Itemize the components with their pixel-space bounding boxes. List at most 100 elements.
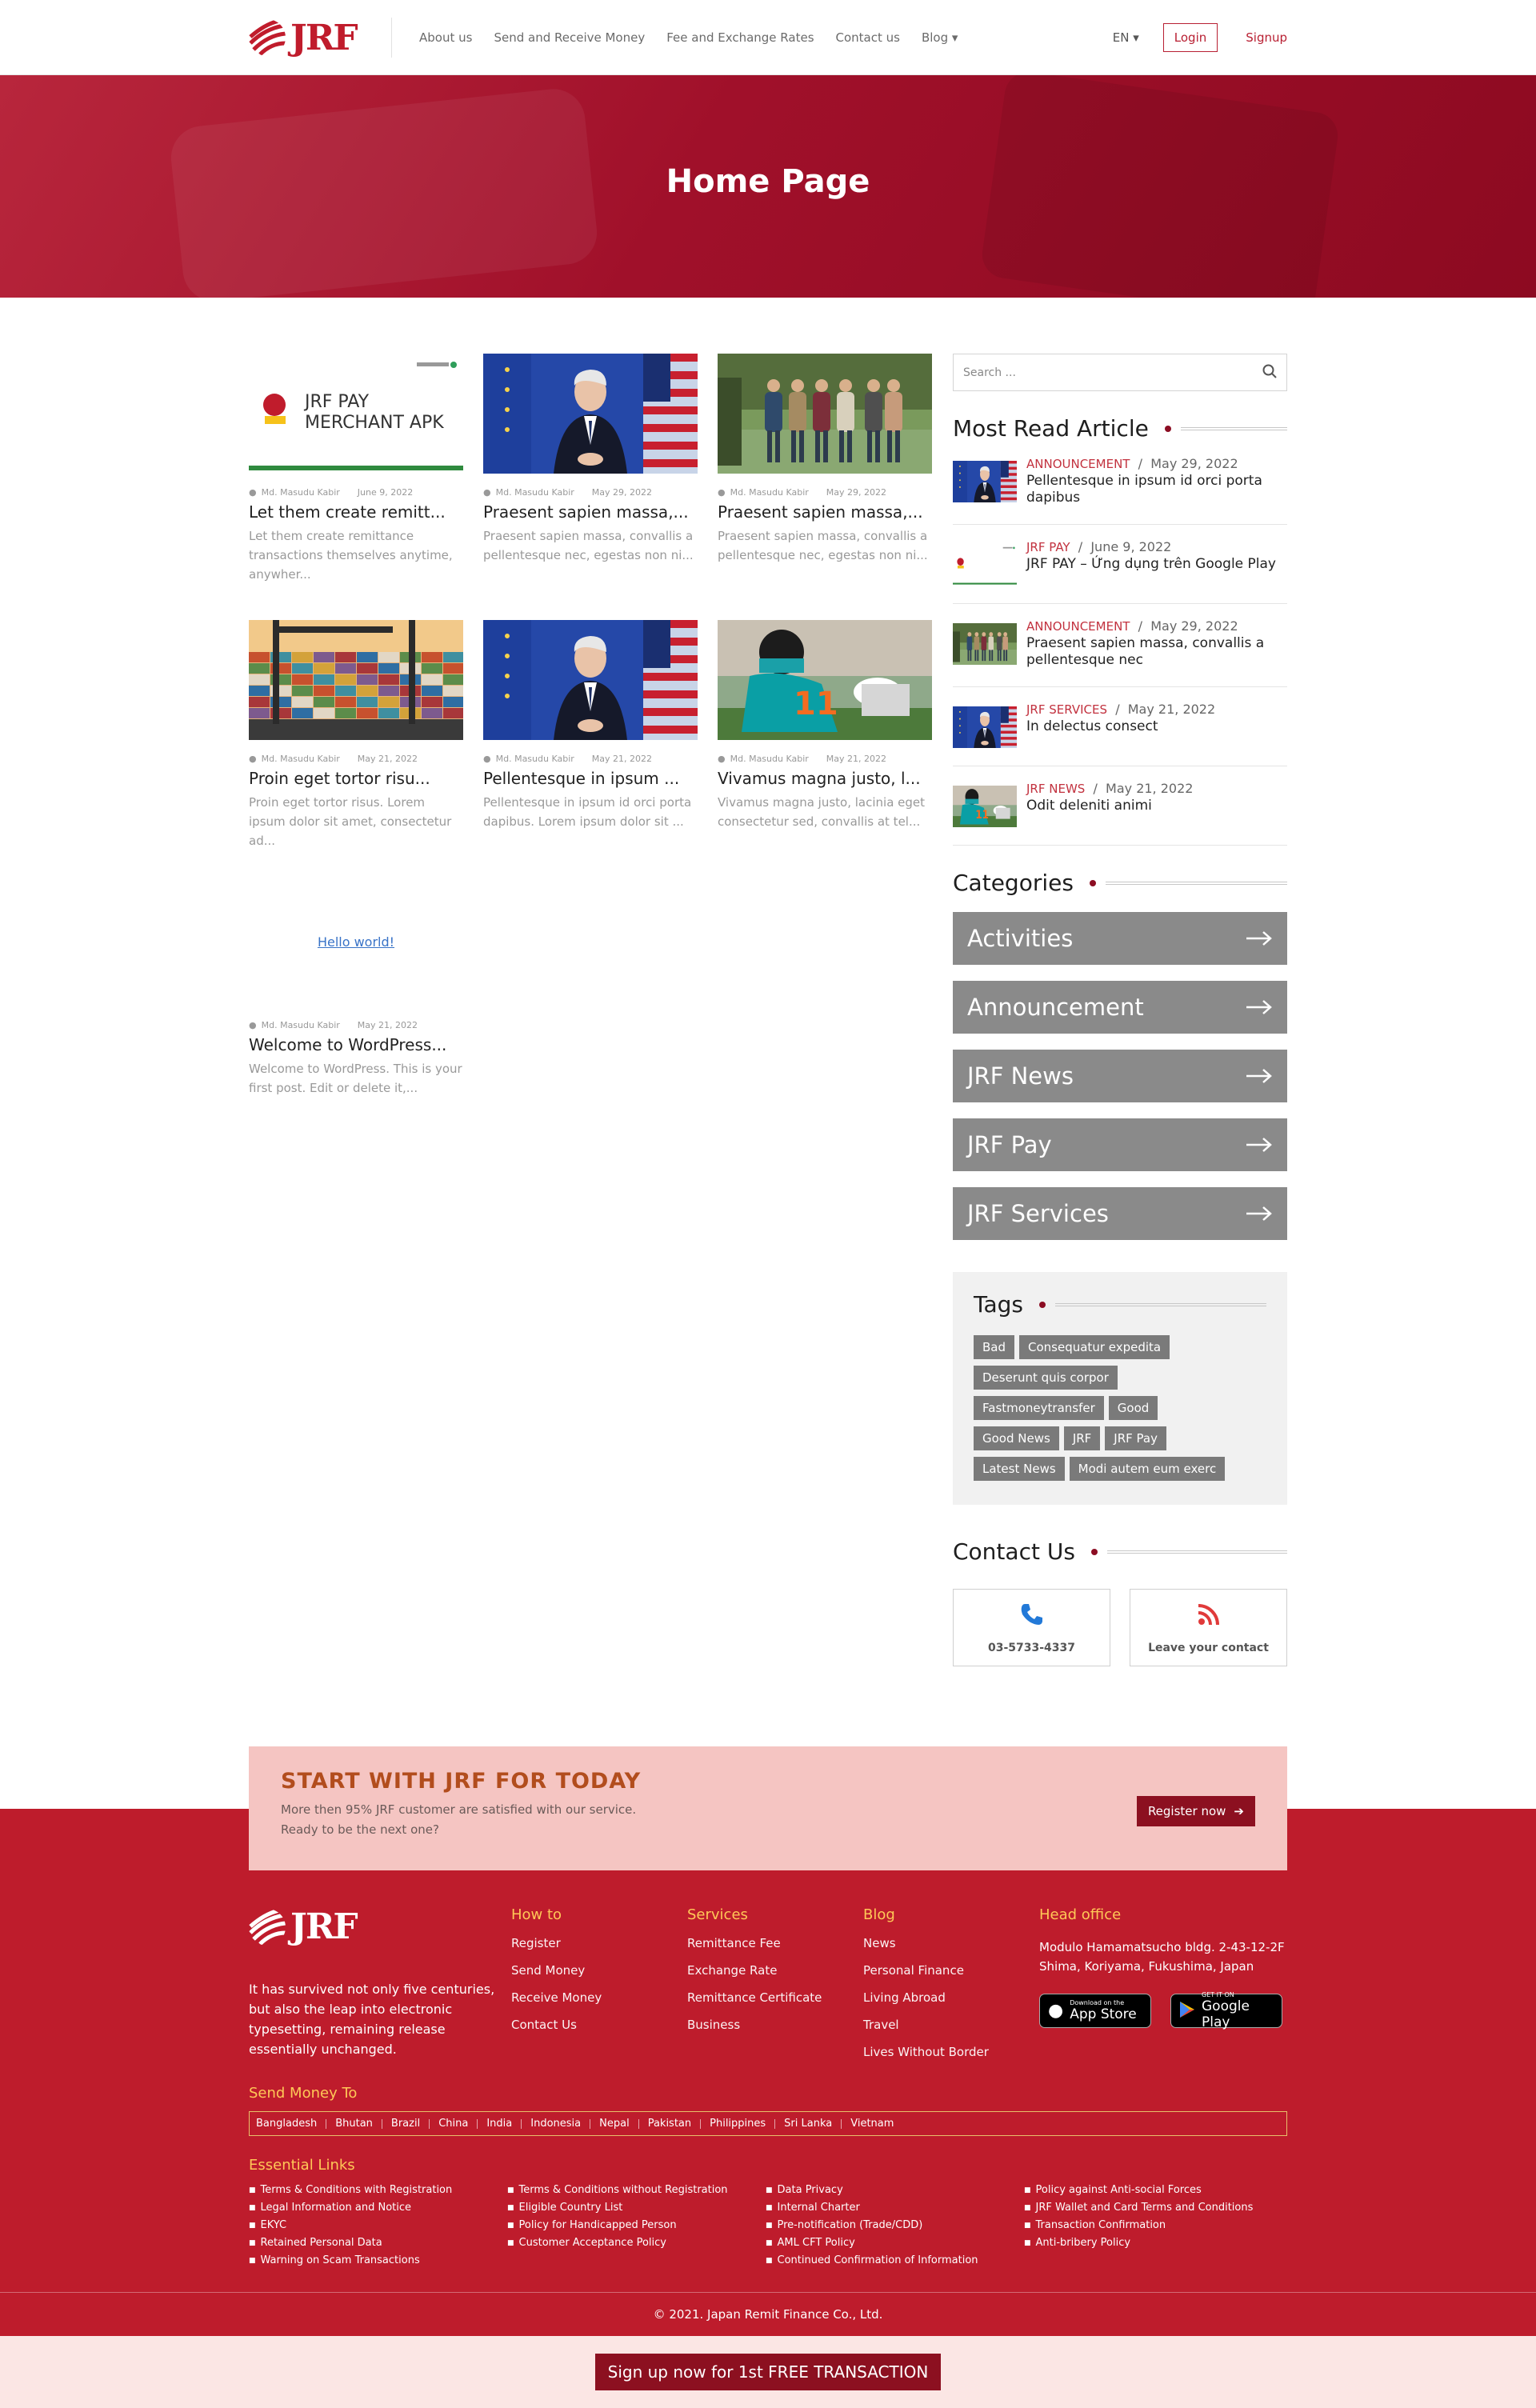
essential-link[interactable]: AML CFT Policy: [766, 2234, 1024, 2252]
most-read-title[interactable]: JRF PAY – Ứng dụng trên Google Play: [1026, 556, 1276, 573]
essential-link[interactable]: Terms & Conditions with Registration: [249, 2182, 507, 2199]
most-read-category[interactable]: JRF SERVICES: [1026, 702, 1107, 717]
footer-link[interactable]: Send Money: [511, 1963, 687, 1978]
most-read-thumbnail[interactable]: [953, 544, 1017, 586]
country-link[interactable]: Brazil: [382, 2118, 430, 2129]
footer-link[interactable]: Lives Without Border: [863, 2045, 1039, 2059]
tag-item[interactable]: Deserunt quis corpor: [974, 1366, 1118, 1390]
essential-link[interactable]: Warning on Scam Transactions: [249, 2252, 507, 2270]
essential-link[interactable]: Retained Personal Data: [249, 2234, 507, 2252]
post-title[interactable]: Praesent sapien massa,...: [483, 502, 698, 522]
post-title[interactable]: Let them create remitt...: [249, 502, 463, 522]
category-item-jrf-pay[interactable]: JRF Pay: [953, 1118, 1287, 1171]
country-link[interactable]: Pakistan: [639, 2118, 702, 2129]
post-card[interactable]: Hello world! Md. Masudu Kabir May 21, 2022…: [249, 886, 463, 1130]
post-thumbnail[interactable]: 11: [718, 620, 932, 740]
footer-link[interactable]: Personal Finance: [863, 1963, 1039, 1978]
post-thumbnail[interactable]: JRF PAY MERCHANT APK: [249, 354, 463, 474]
essential-link[interactable]: Customer Acceptance Policy: [507, 2234, 766, 2252]
app-store-badge[interactable]: ● Download on the App Store: [1039, 1994, 1151, 2028]
most-read-thumbnail[interactable]: [953, 461, 1017, 502]
essential-link[interactable]: Pre-notification (Trade/CDD): [766, 2217, 1024, 2234]
essential-link[interactable]: JRF Wallet and Card Terms and Conditions: [1024, 2199, 1282, 2217]
phone-contact-box[interactable]: 03-5733-4337: [953, 1589, 1110, 1666]
most-read-category[interactable]: ANNOUNCEMENT: [1026, 619, 1130, 634]
search-input[interactable]: Search ...: [963, 366, 1016, 379]
country-link[interactable]: Indonesia: [522, 2118, 591, 2129]
post-title[interactable]: Vivamus magna justo, l...: [718, 769, 932, 788]
leave-contact-box[interactable]: Leave your contact: [1130, 1589, 1287, 1666]
post-card[interactable]: Md. Masudu Kabir May 21, 2022 Proin eget …: [249, 620, 463, 864]
essential-link[interactable]: Data Privacy: [766, 2182, 1024, 2199]
free-transaction-button[interactable]: Sign up now for 1st FREE TRANSACTION: [594, 2354, 942, 2390]
tag-item[interactable]: Consequatur expedita: [1019, 1335, 1170, 1359]
nav-contact-us[interactable]: Contact us: [836, 30, 900, 45]
language-select[interactable]: EN ▾: [1113, 30, 1139, 45]
login-button[interactable]: Login: [1162, 23, 1218, 52]
jrf-logo[interactable]: JRF: [249, 18, 366, 58]
tag-item[interactable]: JRF: [1063, 1426, 1101, 1450]
most-read-title[interactable]: Praesent sapien massa, convallis a pelle…: [1026, 635, 1287, 669]
country-link[interactable]: Bangladesh: [256, 2118, 327, 2129]
footer-link[interactable]: Receive Money: [511, 1990, 687, 2005]
essential-link[interactable]: Legal Information and Notice: [249, 2199, 507, 2217]
essential-link[interactable]: EKYC: [249, 2217, 507, 2234]
tag-item[interactable]: Good News: [974, 1426, 1059, 1450]
footer-link[interactable]: Contact Us: [511, 2018, 687, 2032]
nav-blog-dropdown[interactable]: Blog ▾: [922, 30, 958, 45]
most-read-item[interactable]: JRF PAY / June 9, 2022 JRF PAY – Ứng dụn…: [953, 525, 1287, 604]
post-thumbnail[interactable]: Hello world!: [249, 886, 463, 1006]
post-card[interactable]: Md. Masudu Kabir May 29, 2022 Praesent sa…: [718, 354, 932, 598]
footer-link[interactable]: News: [863, 1936, 1039, 1950]
post-card[interactable]: Md. Masudu Kabir May 29, 2022 Praesent sa…: [483, 354, 698, 598]
tag-item[interactable]: Latest News: [974, 1457, 1065, 1481]
category-item-jrf-news[interactable]: JRF News: [953, 1050, 1287, 1102]
footer-link[interactable]: Remittance Certificate: [687, 1990, 863, 2005]
post-title[interactable]: Praesent sapien massa,...: [718, 502, 932, 522]
post-card[interactable]: Md. Masudu Kabir May 21, 2022 Pellentesqu…: [483, 620, 698, 864]
most-read-category[interactable]: JRF PAY: [1026, 540, 1070, 554]
most-read-item[interactable]: ANNOUNCEMENT / May 29, 2022 Pellentesque…: [953, 442, 1287, 525]
most-read-item[interactable]: JRF SERVICES / May 21, 2022 In delectus …: [953, 687, 1287, 766]
tag-item[interactable]: Good: [1108, 1396, 1158, 1420]
most-read-category[interactable]: JRF NEWS: [1026, 782, 1085, 796]
essential-link[interactable]: Internal Charter: [766, 2199, 1024, 2217]
most-read-thumbnail[interactable]: [953, 706, 1017, 748]
post-thumbnail[interactable]: [483, 620, 698, 740]
country-link[interactable]: Bhutan: [326, 2118, 382, 2129]
most-read-category[interactable]: ANNOUNCEMENT: [1026, 457, 1130, 471]
post-title[interactable]: Welcome to WordPress...: [249, 1035, 463, 1054]
footer-link[interactable]: Travel: [863, 2018, 1039, 2032]
essential-link[interactable]: Eligible Country List: [507, 2199, 766, 2217]
category-item-jrf-services[interactable]: JRF Services: [953, 1187, 1287, 1240]
nav-send-receive-money[interactable]: Send and Receive Money: [494, 30, 645, 45]
footer-link[interactable]: Exchange Rate: [687, 1963, 863, 1978]
nav-fee-exchange-rates[interactable]: Fee and Exchange Rates: [666, 30, 814, 45]
footer-link[interactable]: Living Abroad: [863, 1990, 1039, 2005]
essential-link[interactable]: Continued Confirmation of Information: [766, 2252, 1024, 2270]
country-link[interactable]: Vietnam: [842, 2118, 902, 2129]
essential-link[interactable]: Anti-bribery Policy: [1024, 2234, 1282, 2252]
essential-link[interactable]: Policy for Handicapped Person: [507, 2217, 766, 2234]
tag-item[interactable]: Bad: [974, 1335, 1015, 1359]
footer-link[interactable]: Register: [511, 1936, 687, 1950]
most-read-item[interactable]: 11 JRF NEWS / May 21, 2022 Odit deleniti…: [953, 766, 1287, 846]
search-icon[interactable]: [1262, 364, 1277, 382]
country-link[interactable]: China: [430, 2118, 478, 2129]
most-read-thumbnail[interactable]: [953, 623, 1017, 665]
category-item-announcement[interactable]: Announcement: [953, 981, 1287, 1034]
tag-item[interactable]: JRF Pay: [1105, 1426, 1166, 1450]
post-thumbnail[interactable]: [483, 354, 698, 474]
country-link[interactable]: Philippines: [701, 2118, 776, 2129]
essential-link[interactable]: Policy against Anti-social Forces: [1024, 2182, 1282, 2199]
most-read-title[interactable]: Odit deleniti animi: [1026, 798, 1193, 814]
footer-logo[interactable]: JRF: [249, 1906, 366, 1947]
most-read-title[interactable]: Pellentesque in ipsum id orci porta dapi…: [1026, 473, 1287, 506]
category-item-activities[interactable]: Activities: [953, 912, 1287, 965]
footer-link[interactable]: Business: [687, 2018, 863, 2032]
post-thumbnail[interactable]: [249, 620, 463, 740]
post-title[interactable]: Proin eget tortor risu...: [249, 769, 463, 788]
register-now-button[interactable]: Register now ➔: [1136, 1796, 1255, 1826]
post-card[interactable]: 11 Md. Masudu Kabir May 21, 2022 Vivamus …: [718, 620, 932, 864]
google-play-badge[interactable]: GET IT ON Google Play: [1170, 1991, 1282, 2030]
